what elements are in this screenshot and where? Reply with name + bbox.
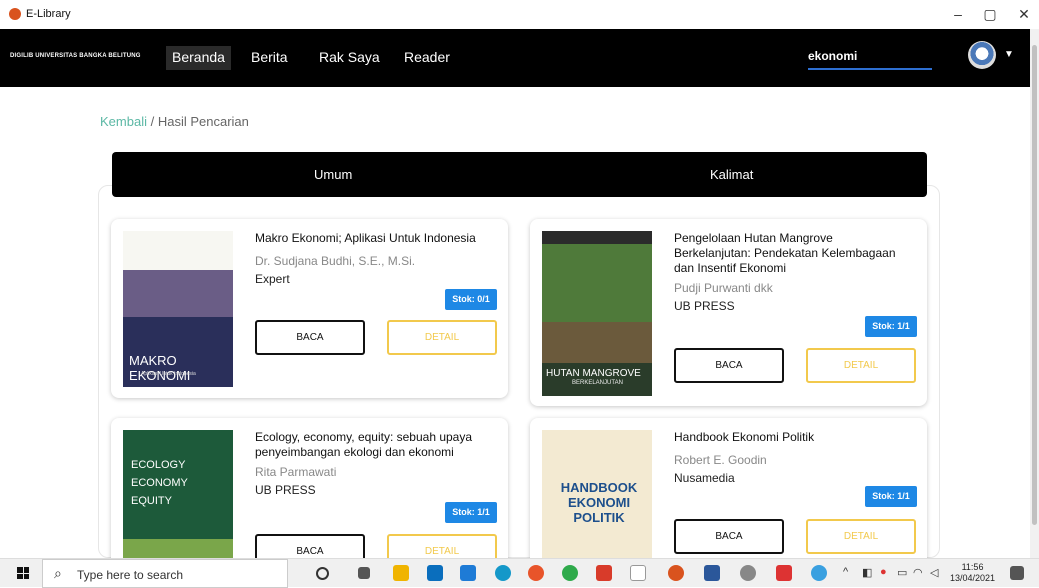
- chevron-up-icon[interactable]: ^: [843, 566, 848, 578]
- nav-rak-saya[interactable]: Rak Saya: [313, 46, 386, 70]
- mail-icon[interactable]: [427, 565, 443, 581]
- user-avatar[interactable]: [968, 41, 996, 69]
- taskbar-clock[interactable]: 11:56 13/04/2021: [950, 562, 995, 584]
- cover-title: HUTAN MANGROVE: [546, 368, 641, 379]
- clock-date: 13/04/2021: [950, 573, 996, 583]
- clock-time: 11:56: [961, 562, 984, 572]
- stock-badge: Stok: 0/1: [445, 289, 497, 310]
- brand-logo[interactable]: DIGILIB UNIVERSITAS BANGKA BELITUNG: [10, 53, 141, 59]
- book-card[interactable]: ECOLOGY ECONOMY EQUITY Ecology, economy,…: [111, 418, 508, 578]
- settings-gear-icon[interactable]: [740, 565, 756, 581]
- window-title: E-Library: [26, 8, 71, 20]
- book-cover[interactable]: HUTAN MANGROVE BERKELANJUTAN: [542, 231, 652, 396]
- book-card[interactable]: HUTAN MANGROVE BERKELANJUTAN Pengelolaan…: [530, 219, 927, 406]
- task-view-icon[interactable]: [358, 567, 370, 579]
- elibrary-app-icon[interactable]: [668, 565, 684, 581]
- nav-berita[interactable]: Berita: [245, 46, 294, 70]
- read-button[interactable]: BACA: [674, 348, 784, 383]
- detail-button[interactable]: DETAIL: [387, 320, 497, 355]
- minimize-button[interactable]: –: [948, 6, 968, 22]
- book-title[interactable]: Makro Ekonomi; Aplikasi Untuk Indonesia: [255, 231, 493, 246]
- scrollbar-thumb[interactable]: [1032, 45, 1037, 525]
- book-publisher: UB PRESS: [674, 299, 735, 313]
- taskbar-search-placeholder[interactable]: Type here to search: [77, 568, 183, 582]
- book-title[interactable]: Handbook Ekonomi Politik: [674, 430, 912, 445]
- detail-button[interactable]: DETAIL: [806, 519, 916, 554]
- stock-badge: Stok: 1/1: [865, 316, 917, 337]
- wifi-icon[interactable]: ◠: [913, 566, 923, 579]
- close-button[interactable]: ✕: [1014, 6, 1034, 23]
- tab-umum[interactable]: Umum: [314, 167, 352, 182]
- cover-title: HANDBOOK EKONOMI POLITIK: [560, 480, 638, 525]
- windows-start-icon[interactable]: [17, 567, 29, 579]
- nav-reader[interactable]: Reader: [398, 46, 456, 70]
- book-cover[interactable]: HANDBOOK EKONOMI POLITIK: [542, 430, 652, 578]
- book-cover[interactable]: ECOLOGY ECONOMY EQUITY: [123, 430, 233, 578]
- book-publisher: Expert: [255, 272, 290, 286]
- firefox-icon[interactable]: [528, 565, 544, 581]
- volume-icon[interactable]: ◁: [930, 566, 938, 579]
- cover-subtitle: BERKELANJUTAN: [572, 380, 623, 386]
- read-button[interactable]: BACA: [255, 320, 365, 355]
- antivirus-icon[interactable]: ●: [880, 566, 887, 578]
- book-author: Rita Parmawati: [255, 465, 337, 479]
- detail-button[interactable]: DETAIL: [806, 348, 916, 383]
- breadcrumb: Kembali / Hasil Pencarian: [100, 114, 249, 129]
- image-viewer-icon[interactable]: [776, 565, 792, 581]
- read-button[interactable]: BACA: [674, 519, 784, 554]
- search-input[interactable]: [808, 46, 932, 66]
- edge-icon[interactable]: [495, 565, 511, 581]
- battery-icon[interactable]: ▭: [897, 566, 907, 579]
- store-icon[interactable]: [460, 565, 476, 581]
- cover-title: MAKRO EKONOMI: [129, 353, 191, 383]
- book-card[interactable]: HANDBOOK EKONOMI POLITIK Handbook Ekonom…: [530, 418, 927, 578]
- book-author: Dr. Sudjana Budhi, S.E., M.Si.: [255, 254, 416, 268]
- document-icon[interactable]: [630, 565, 646, 581]
- book-author: Robert E. Goodin: [674, 453, 767, 467]
- cover-title: ECOLOGY ECONOMY EQUITY: [131, 459, 188, 507]
- file-explorer-icon[interactable]: [393, 565, 409, 581]
- breadcrumb-back-link[interactable]: Kembali: [100, 114, 147, 129]
- app-icon: [9, 8, 21, 20]
- stock-badge: Stok: 1/1: [865, 486, 917, 507]
- breadcrumb-current: Hasil Pencarian: [157, 114, 249, 129]
- book-publisher: Nusamedia: [674, 471, 735, 485]
- book-card[interactable]: MAKRO EKONOMI Aplikasi Untuk Indonesia M…: [111, 219, 508, 398]
- breadcrumb-separator: /: [150, 114, 155, 129]
- network-icon[interactable]: ◧: [862, 566, 872, 579]
- taskbar: ⌕ Type here to search ^ ◧ ● ▭ ◠ ◁ 11:56 …: [0, 558, 1039, 588]
- tab-kalimat[interactable]: Kalimat: [710, 167, 753, 182]
- stock-badge: Stok: 1/1: [445, 502, 497, 523]
- maximize-button[interactable]: ▢: [980, 6, 1000, 23]
- book-title[interactable]: Pengelolaan Hutan Mangrove Berkelanjutan…: [674, 231, 912, 276]
- book-publisher: UB PRESS: [255, 483, 316, 497]
- chevron-down-icon[interactable]: ▼: [1004, 49, 1014, 60]
- window-titlebar: E-Library – ▢ ✕: [0, 0, 1039, 29]
- nav-beranda[interactable]: Beranda: [166, 46, 231, 70]
- book-author: Pudji Purwanti dkk: [674, 281, 773, 295]
- book-cover[interactable]: MAKRO EKONOMI Aplikasi Untuk Indonesia: [123, 231, 233, 387]
- search-field: [808, 46, 932, 70]
- taskbar-search[interactable]: ⌕ Type here to search: [42, 559, 288, 588]
- notifications-icon[interactable]: [1010, 566, 1024, 580]
- pdf-icon[interactable]: [596, 565, 612, 581]
- word-icon[interactable]: [704, 565, 720, 581]
- cover-subtitle: Aplikasi Untuk Indonesia: [141, 371, 196, 377]
- cortana-icon[interactable]: [316, 567, 329, 580]
- book-title[interactable]: Ecology, economy, equity: sebuah upaya p…: [255, 430, 493, 460]
- internet-explorer-icon[interactable]: [811, 565, 827, 581]
- chrome-icon[interactable]: [562, 565, 578, 581]
- search-mode-tabs: Umum Kalimat: [112, 152, 927, 197]
- search-icon: ⌕: [54, 565, 62, 581]
- navbar: DIGILIB UNIVERSITAS BANGKA BELITUNG Bera…: [0, 29, 1030, 87]
